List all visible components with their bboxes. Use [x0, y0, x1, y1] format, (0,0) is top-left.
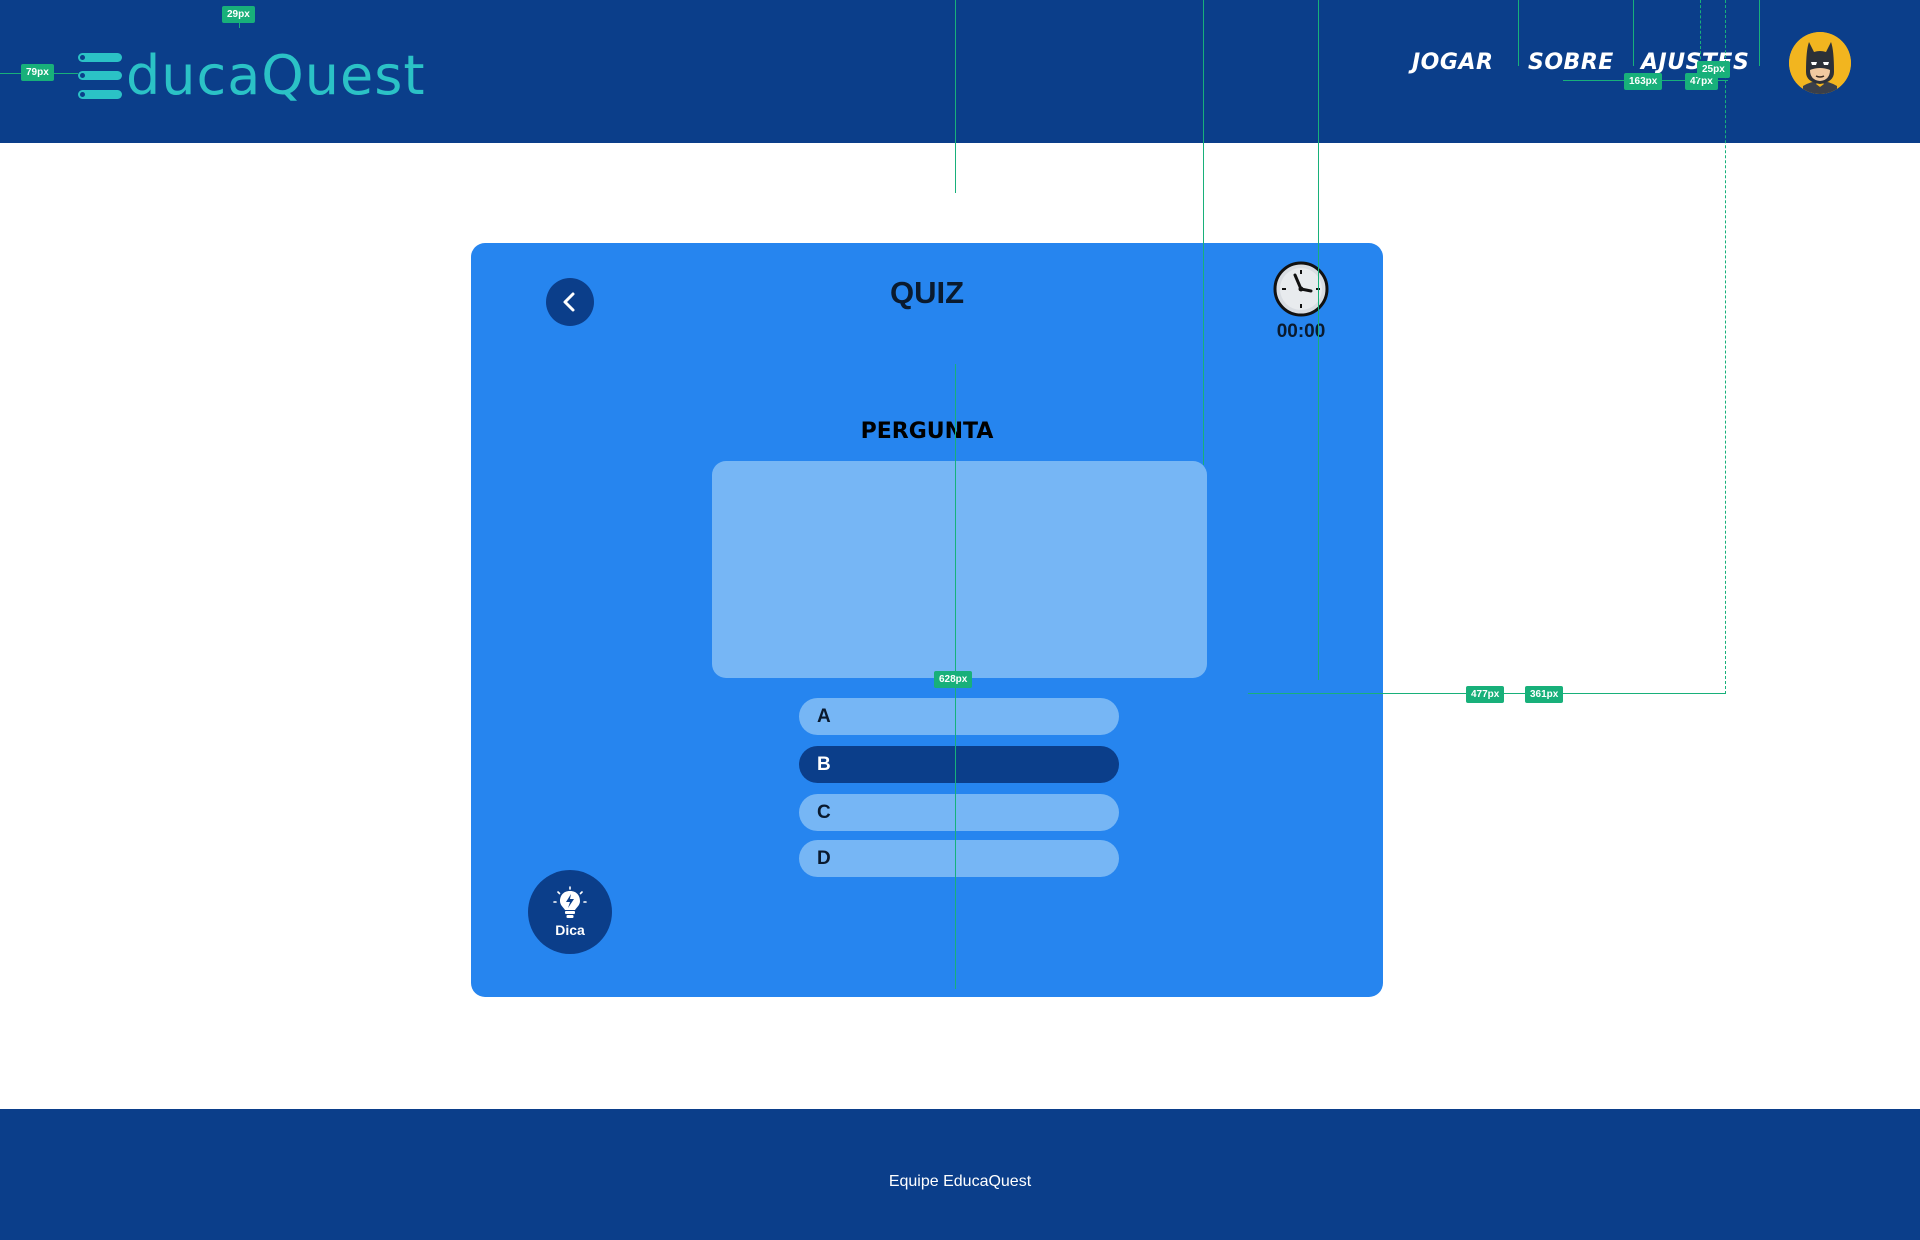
measure-tag: 361px	[1525, 686, 1564, 703]
option-b[interactable]: B	[799, 746, 1119, 783]
measure-tag: 477px	[1466, 686, 1505, 703]
option-d[interactable]: D	[799, 840, 1119, 877]
guide-line	[955, 0, 956, 193]
educaquest-logo[interactable]: ducaQuest	[78, 48, 426, 104]
question-label: PERGUNTA	[860, 419, 994, 444]
clock-icon	[1273, 261, 1329, 317]
measure-tag: 163px	[1624, 73, 1663, 90]
timer: 00:00	[1261, 261, 1341, 343]
measure-tag: 29px	[222, 6, 255, 23]
timer-value: 00:00	[1276, 321, 1326, 342]
guide-line	[1759, 0, 1760, 66]
measure-tag: 79px	[21, 64, 54, 81]
measure-tag: 628px	[934, 671, 973, 688]
guide-line	[1633, 0, 1634, 66]
measure-tag: 25px	[1697, 61, 1730, 78]
option-a[interactable]: A	[799, 698, 1119, 735]
guide-line	[1518, 0, 1519, 66]
lightbulb-icon	[553, 886, 587, 918]
nav-jogar[interactable]: JOGAR	[1412, 50, 1493, 75]
nav-ajustes[interactable]: AJUSTES	[1641, 50, 1749, 75]
footer-text: Equipe EducaQuest	[888, 1173, 1032, 1190]
quiz-title: QUIZ	[889, 275, 965, 310]
nav-sobre[interactable]: SOBRE	[1528, 50, 1614, 75]
guide-line	[1203, 0, 1204, 465]
hint-button[interactable]: Dica	[528, 870, 612, 954]
quiz-card: QUIZ 00:00 PERGUNTA A B C D Dica	[471, 243, 1383, 997]
logo-e-icon	[78, 53, 124, 99]
guide-line	[1725, 0, 1726, 694]
question-box	[712, 461, 1207, 678]
site-header: ducaQuest JOGAR SOBRE AJUSTES	[0, 0, 1920, 143]
site-footer: Equipe EducaQuest	[0, 1109, 1920, 1240]
option-c[interactable]: C	[799, 794, 1119, 831]
logo-text: ducaQuest	[126, 44, 426, 107]
hint-label: Dica	[555, 922, 585, 938]
user-avatar[interactable]	[1789, 32, 1851, 94]
guide-line	[1318, 0, 1319, 680]
batman-avatar-icon	[1789, 32, 1851, 94]
